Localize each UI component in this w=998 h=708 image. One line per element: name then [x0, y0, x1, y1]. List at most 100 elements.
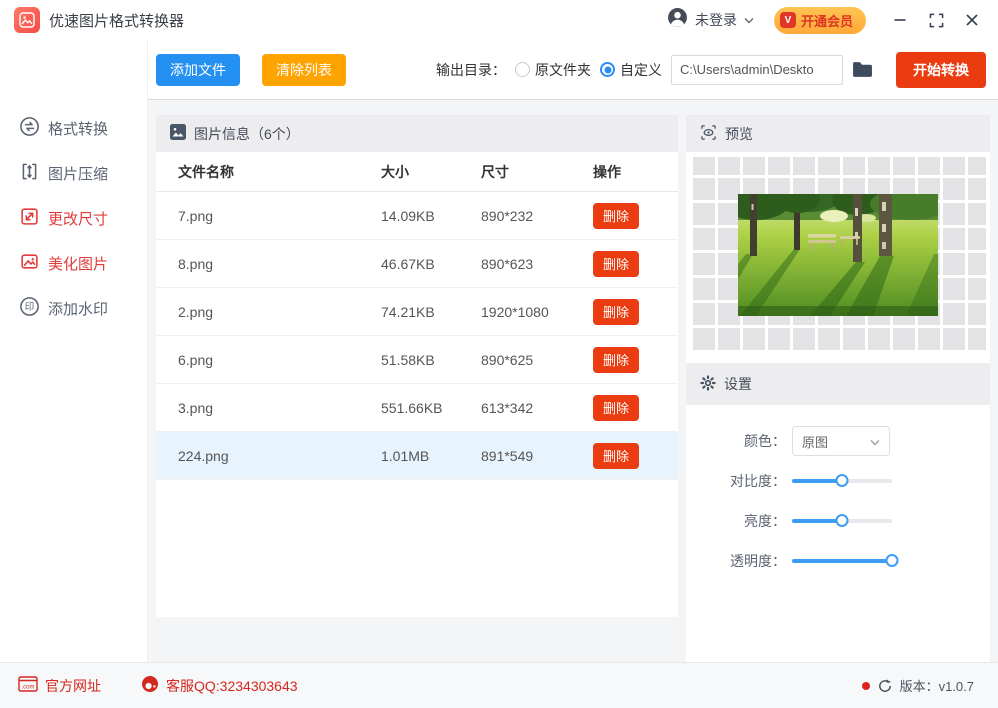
- slider-fill: [792, 519, 842, 523]
- app-logo-icon: [14, 7, 40, 33]
- table-section-header: 图片信息（6个）: [156, 115, 678, 152]
- file-name: 7.png: [178, 207, 214, 224]
- chevron-down-icon: [744, 11, 754, 29]
- delete-button[interactable]: 删除: [593, 250, 639, 277]
- customer-service-icon: [141, 675, 159, 696]
- svg-text:.com: .com: [21, 685, 34, 691]
- support-qq-link[interactable]: 客服QQ:3234303643: [141, 675, 298, 696]
- color-label: 颜色：: [744, 433, 786, 449]
- sidebar-item-format-convert[interactable]: 格式转换: [0, 106, 147, 151]
- sidebar-item-label: 美化图片: [48, 256, 109, 273]
- file-size: 551.66KB: [381, 399, 443, 416]
- row-actions: 删除: [593, 202, 678, 229]
- table-section-title: 图片信息（6个）: [194, 125, 300, 142]
- file-name: 224.png: [178, 447, 229, 464]
- sidebar-item-label: 图片压缩: [48, 166, 109, 183]
- col-size: 大小: [381, 163, 409, 180]
- color-select-value: 原图: [802, 434, 829, 450]
- sidebar: 格式转换 图片压缩 更改尺寸 美化图片 印 添加水印: [0, 40, 148, 662]
- qq-label: 客服QQ:3234303643: [166, 677, 298, 694]
- file-dimensions: 891*549: [481, 447, 534, 464]
- color-select[interactable]: 原图: [792, 426, 890, 456]
- file-size: 14.09KB: [381, 207, 435, 224]
- check-update-icon[interactable]: [878, 679, 892, 693]
- version-label: 版本：v1.0.7: [899, 679, 974, 694]
- vip-icon: V: [779, 12, 796, 28]
- preview-header: 预览: [686, 115, 990, 152]
- col-dimensions: 尺寸: [481, 163, 509, 180]
- opacity-slider[interactable]: [792, 554, 899, 567]
- row-actions: 删除: [593, 346, 678, 373]
- start-convert-button[interactable]: 开始转换: [896, 51, 986, 88]
- file-name: 2.png: [178, 303, 214, 320]
- table-header-row: 文件名称 大小 尺寸 操作: [156, 152, 678, 192]
- slider-thumb[interactable]: [885, 554, 899, 567]
- minimize-button[interactable]: [890, 10, 910, 30]
- file-dimensions: 613*342: [481, 399, 534, 416]
- radio-original-folder[interactable]: 原文件夹: [515, 60, 591, 80]
- app-window: 优速图片格式转换器 未登录 V 开通会员 格式转换 图片压缩 更改尺寸 美化图片…: [0, 0, 998, 708]
- login-status-label: 未登录: [694, 12, 737, 28]
- maximize-button[interactable]: [926, 10, 946, 30]
- table-row[interactable]: 6.png 51.58KB 890*625 删除: [156, 336, 678, 384]
- sidebar-item-resize[interactable]: 更改尺寸: [0, 196, 147, 241]
- beautify-image-icon: [19, 251, 40, 276]
- settings-body: 颜色： 原图 对比度： 亮度： 透明度：: [686, 405, 990, 581]
- col-filename: 文件名称: [178, 163, 234, 180]
- preview-image: [738, 194, 938, 316]
- delete-button[interactable]: 删除: [593, 346, 639, 373]
- user-account-button[interactable]: 未登录: [667, 7, 754, 33]
- file-table-card: 图片信息（6个） 文件名称 大小 尺寸 操作 7.png 14.09KB 890*2…: [156, 115, 678, 617]
- sidebar-item-label: 添加水印: [48, 301, 109, 318]
- sidebar-item-image-compress[interactable]: 图片压缩: [0, 151, 147, 196]
- vip-button[interactable]: V 开通会员: [773, 6, 866, 34]
- contrast-label: 对比度：: [730, 473, 786, 489]
- transparency-checkerboard: [690, 157, 986, 353]
- titlebar: 优速图片格式转换器 未登录 V 开通会员: [0, 0, 998, 40]
- delete-button[interactable]: 删除: [593, 442, 639, 469]
- settings-header: 设置: [686, 363, 990, 405]
- delete-button[interactable]: 删除: [593, 394, 639, 421]
- settings-title: 设置: [724, 376, 752, 392]
- add-files-button[interactable]: 添加文件: [156, 53, 240, 86]
- clear-list-button[interactable]: 清除列表: [262, 53, 346, 86]
- chevron-down-icon: [870, 434, 880, 449]
- table-row[interactable]: 224.png 1.01MB 891*549 删除: [156, 432, 678, 480]
- opacity-label: 透明度：: [730, 553, 786, 569]
- output-dir-label: 输出目录：: [436, 61, 506, 78]
- delete-button[interactable]: 删除: [593, 202, 639, 229]
- radio-checked-icon: [600, 62, 615, 77]
- svg-text:印: 印: [25, 301, 34, 313]
- file-size: 74.21KB: [381, 303, 435, 320]
- row-actions: 删除: [593, 250, 678, 277]
- close-button[interactable]: [962, 10, 982, 30]
- file-size: 46.67KB: [381, 255, 435, 272]
- content: 图片信息（6个） 文件名称 大小 尺寸 操作 7.png 14.09KB 890*2…: [148, 100, 998, 662]
- file-name: 8.png: [178, 255, 214, 272]
- table-row[interactable]: 8.png 46.67KB 890*623 删除: [156, 240, 678, 288]
- slider-thumb[interactable]: [835, 514, 849, 527]
- radio-custom-folder[interactable]: 自定义: [600, 60, 662, 80]
- footer: .com 官方网址 客服QQ:3234303643 版本：v1.0.7: [0, 662, 998, 708]
- sidebar-item-beautify[interactable]: 美化图片: [0, 241, 147, 286]
- sidebar-item-watermark[interactable]: 印 添加水印: [0, 286, 147, 331]
- resize-icon: [19, 206, 40, 231]
- opacity-row: 透明度：: [686, 541, 990, 581]
- table-row[interactable]: 2.png 74.21KB 1920*1080 删除: [156, 288, 678, 336]
- table-row[interactable]: 3.png 551.66KB 613*342 删除: [156, 384, 678, 432]
- contrast-slider[interactable]: [792, 474, 892, 487]
- toolbar: 添加文件 清除列表 输出目录： 原文件夹 自定义 C:\Users\admin\…: [148, 40, 998, 100]
- brightness-label: 亮度：: [744, 513, 786, 529]
- website-label: 官方网址: [45, 677, 101, 694]
- folder-browse-icon[interactable]: [852, 61, 873, 78]
- output-path-input[interactable]: [671, 54, 843, 85]
- brightness-slider[interactable]: [792, 514, 892, 527]
- table-body: 7.png 14.09KB 890*232 删除 8.png 46.67KB 890*623…: [156, 192, 678, 617]
- watermark-icon: 印: [19, 296, 40, 321]
- delete-button[interactable]: 删除: [593, 298, 639, 325]
- radio-custom-label: 自定义: [620, 61, 662, 78]
- official-website-link[interactable]: .com 官方网址: [18, 676, 101, 696]
- file-dimensions: 890*232: [481, 207, 534, 224]
- table-row[interactable]: 7.png 14.09KB 890*232 删除: [156, 192, 678, 240]
- slider-thumb[interactable]: [835, 474, 849, 487]
